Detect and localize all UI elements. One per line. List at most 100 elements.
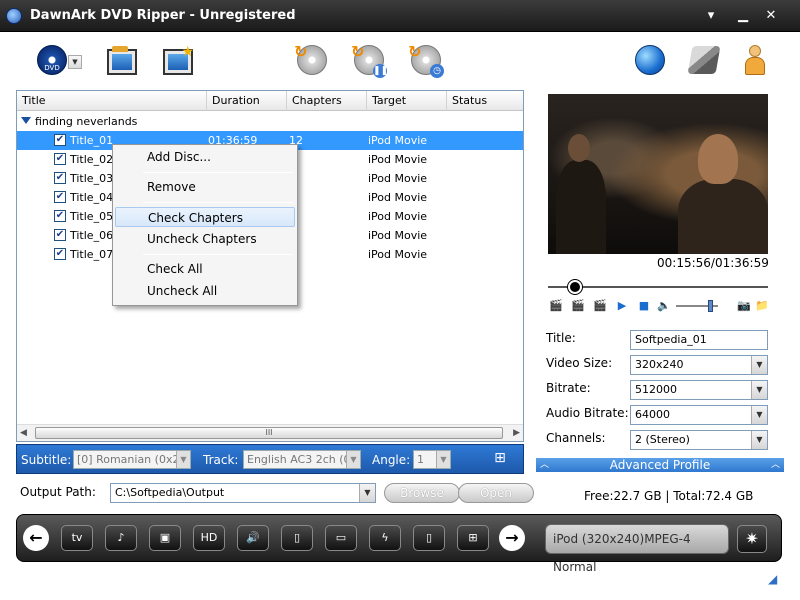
output-path-value: C:\Softpedia\Output <box>115 486 225 499</box>
expand-triangle-icon[interactable] <box>21 117 31 124</box>
menu-item-uncheck-chapters[interactable]: Uncheck Chapters <box>115 229 295 249</box>
stop-icon[interactable]: ■ <box>636 298 652 314</box>
close-button[interactable]: ✕ <box>760 7 782 25</box>
title-input-value: Softpedia_01 <box>635 333 707 346</box>
apple-tv-label: tv <box>71 531 83 544</box>
row-checkbox[interactable]: ✔ <box>54 229 66 241</box>
minimize-button[interactable]: ▁ <box>732 7 754 25</box>
snapshot-camera-icon[interactable]: 📷 <box>736 298 752 314</box>
window-menu-button[interactable]: ▾ <box>700 7 722 25</box>
ipod-device-icon[interactable]: ▯ <box>413 525 445 551</box>
stop-convert-button[interactable]: ↻ ◷ <box>408 42 444 78</box>
column-header-status[interactable]: Status <box>447 91 523 111</box>
title-input[interactable]: Softpedia_01 <box>630 330 768 350</box>
chevron-down-icon[interactable]: ▼ <box>751 431 767 449</box>
load-dvd-dropdown-arrow[interactable]: ▼ <box>68 55 82 69</box>
angle-label: Angle: <box>372 453 411 467</box>
angle-value: 1 <box>417 453 424 466</box>
disk-space-status: Free:22.7 GB | Total:72.4 GB <box>584 489 754 503</box>
bitrate-select[interactable]: 512000 ▼ <box>630 380 768 400</box>
windows-device-icon[interactable]: ⊞ <box>457 525 489 551</box>
hd-device-icon[interactable]: HD <box>193 525 225 551</box>
chevron-down-icon[interactable]: ▼ <box>176 451 190 468</box>
output-path-select[interactable]: C:\Softpedia\Output ▼ <box>110 483 376 503</box>
chevron-down-icon[interactable]: ▼ <box>436 451 450 468</box>
previous-arrow-icon[interactable]: ← <box>23 525 49 551</box>
register-pen-icon <box>687 46 721 74</box>
audio-device-icon[interactable]: 🔊 <box>237 525 269 551</box>
chevron-down-icon[interactable]: ▼ <box>346 451 360 468</box>
open-button[interactable]: Open <box>458 483 534 503</box>
row-checkbox[interactable]: ✔ <box>54 191 66 203</box>
browse-button[interactable]: Browse <box>384 483 460 503</box>
column-header-duration[interactable]: Duration <box>207 91 287 111</box>
convert-arrow-icon: ↻ <box>294 42 308 61</box>
snapshot-folder-icon[interactable]: 📁 <box>754 298 770 314</box>
chevron-down-icon[interactable]: ▼ <box>359 484 375 502</box>
chevron-down-icon[interactable]: ▼ <box>751 356 767 374</box>
play-icon[interactable]: ▶ <box>614 298 630 314</box>
preview-figure-right <box>678 179 768 254</box>
column-header-title[interactable]: Title <box>17 91 207 111</box>
scrollbar-thumb[interactable]: III <box>35 427 503 439</box>
row-checkbox[interactable]: ✔ <box>54 134 66 146</box>
video-size-select[interactable]: 320x240 ▼ <box>630 355 768 375</box>
row-checkbox[interactable]: ✔ <box>54 210 66 222</box>
menu-item-check-all[interactable]: Check All <box>115 259 295 279</box>
psp-device-icon[interactable]: ▭ <box>325 525 357 551</box>
clip-start-icon[interactable]: 🎬 <box>548 298 564 314</box>
scroll-right-icon[interactable]: ▶ <box>513 428 520 438</box>
column-header-chapters[interactable]: Chapters <box>287 91 367 111</box>
ipod-music-device-icon[interactable]: ♪ <box>105 525 137 551</box>
row-checkbox[interactable]: ✔ <box>54 172 66 184</box>
chevron-down-icon[interactable]: ▼ <box>751 381 767 399</box>
chevron-up-icon: ︿ <box>540 460 550 470</box>
column-header-target[interactable]: Target <box>367 91 447 111</box>
menu-item-remove[interactable]: Remove <box>115 177 295 197</box>
pause-convert-button[interactable]: ↻ ❚❚ <box>351 42 388 78</box>
disc-group-row[interactable]: finding neverlands <box>17 112 523 131</box>
load-folder-button[interactable] <box>104 44 140 80</box>
bitrate-value: 512000 <box>635 383 677 396</box>
convert-button[interactable]: ↻ <box>294 42 330 78</box>
load-file-button[interactable]: ★ <box>160 44 196 80</box>
volume-icon[interactable]: 🔈 <box>656 298 672 314</box>
track-label: Track: <box>203 453 239 467</box>
help-button[interactable] <box>736 42 772 78</box>
sparkle-icon[interactable]: ✷ <box>737 525 767 553</box>
pause-arrow-icon: ↻ <box>351 42 365 61</box>
context-menu: Add Disc... Remove Check Chapters Unchec… <box>112 144 298 306</box>
advanced-profile-button[interactable]: ︿ Advanced Profile ︿ <box>536 458 784 472</box>
audio-bitrate-label: Audio Bitrate: <box>546 406 629 420</box>
next-arrow-icon[interactable]: → <box>499 525 525 551</box>
video-player-device-icon[interactable]: ▣ <box>149 525 181 551</box>
resize-grip-icon[interactable]: ◢ <box>768 572 786 588</box>
channels-select[interactable]: 2 (Stereo) ▼ <box>630 430 768 450</box>
mobile-phone-device-icon[interactable]: ▯ <box>281 525 313 551</box>
apple-tv-device-icon[interactable]: tv <box>61 525 93 551</box>
seek-handle[interactable] <box>568 280 582 294</box>
menu-item-uncheck-all[interactable]: Uncheck All <box>115 281 295 301</box>
zune-device-icon[interactable]: ϟ <box>369 525 401 551</box>
row-checkbox[interactable]: ✔ <box>54 153 66 165</box>
menu-item-add-disc[interactable]: Add Disc... <box>115 147 295 167</box>
angle-select[interactable]: 1 ▼ <box>413 450 451 469</box>
new-star-icon: ★ <box>181 44 194 60</box>
subtitle-select[interactable]: [0] Romanian (0x20) ▼ <box>73 450 191 469</box>
volume-handle[interactable] <box>708 300 713 312</box>
row-checkbox[interactable]: ✔ <box>54 248 66 260</box>
website-button[interactable] <box>632 42 668 78</box>
load-dvd-button[interactable]: DVD <box>34 42 70 78</box>
network-tree-icon[interactable]: ⊞ <box>487 450 513 470</box>
output-profile-select[interactable]: iPod (320x240)MPEG-4 Normal <box>545 524 729 574</box>
audio-track-select[interactable]: English AC3 2ch (0x8 ▼ <box>243 450 361 469</box>
clip-cut-icon[interactable]: 🎬 <box>592 298 608 314</box>
folder-tab-icon <box>112 46 128 52</box>
scroll-left-icon[interactable]: ◀ <box>20 428 27 438</box>
audio-bitrate-select[interactable]: 64000 ▼ <box>630 405 768 425</box>
horizontal-scrollbar[interactable]: ◀ III ▶ <box>17 424 523 441</box>
clip-end-icon[interactable]: 🎬 <box>570 298 586 314</box>
register-button[interactable] <box>686 42 722 78</box>
menu-item-check-chapters[interactable]: Check Chapters <box>115 207 295 227</box>
chevron-down-icon[interactable]: ▼ <box>751 406 767 424</box>
